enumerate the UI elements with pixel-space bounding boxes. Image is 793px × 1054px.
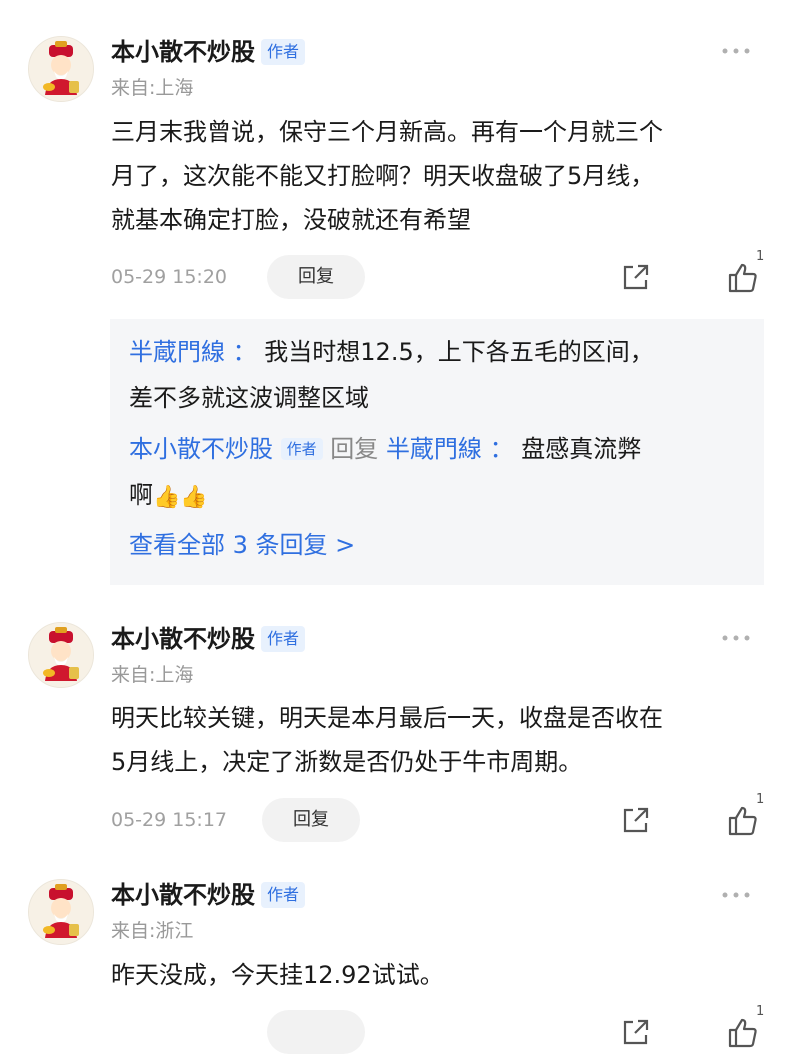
author-badge: 作者 xyxy=(261,626,306,652)
username[interactable]: 本小散不炒股 作者 xyxy=(111,880,306,910)
comment-actions: 05-29 15:20 回复 1 xyxy=(0,249,793,299)
more-icon[interactable] xyxy=(720,632,752,644)
author-badge: 作者 xyxy=(280,438,323,460)
view-all-replies-link[interactable]: 查看全部 3 条回复 > xyxy=(129,522,744,568)
location: 来自:浙江 xyxy=(111,920,194,942)
reply-user[interactable]: 本小散不炒股 xyxy=(129,435,273,463)
reply-button[interactable]: 回复 xyxy=(267,255,365,299)
author-badge: 作者 xyxy=(261,39,306,65)
reply-text: 盘感真流弊 xyxy=(521,435,642,463)
reply-text: 差不多就这波调整区域 xyxy=(129,384,369,412)
username[interactable]: 本小散不炒股 作者 xyxy=(111,37,306,67)
reply-word: 回复 xyxy=(330,435,379,463)
thumbs-up-emoji: 👍 xyxy=(153,485,181,510)
avatar[interactable] xyxy=(28,36,94,102)
like-icon[interactable] xyxy=(727,262,759,294)
avatar-icon xyxy=(29,880,93,944)
location: 来自:上海 xyxy=(111,664,194,686)
comment-actions: 1 xyxy=(0,1004,793,1054)
reply-thread: 半蔵門線 ： 我当时想12.5，上下各五毛的区间， 差不多就这波调整区域 本小散… xyxy=(110,319,764,585)
reply-separator: ： xyxy=(232,338,257,366)
comment-text: 三月末我曾说，保守三个月新高。再有一个月就三个 月了，这次能不能又打脸啊？明天收… xyxy=(111,118,663,234)
like-count: 1 xyxy=(756,792,765,807)
more-icon[interactable] xyxy=(720,889,752,901)
timestamp: 05-29 15:17 xyxy=(111,809,228,831)
like-count: 1 xyxy=(756,249,765,264)
timestamp: 05-29 15:20 xyxy=(111,266,228,288)
like-count: 1 xyxy=(756,1004,765,1019)
more-icon[interactable] xyxy=(720,45,752,57)
comment-actions: 05-29 15:17 回复 1 xyxy=(0,792,793,842)
reply-button[interactable] xyxy=(267,1010,365,1054)
reply-text: 我当时想12.5，上下各五毛的区间， xyxy=(264,338,654,366)
reply-text: 啊 xyxy=(129,481,153,509)
avatar[interactable] xyxy=(28,879,94,945)
reply-item[interactable]: 本小散不炒股 作者 回复 半蔵門線 ： 盘感真流弊 啊👍👍 xyxy=(129,426,744,518)
reply-separator: ： xyxy=(489,435,514,463)
reply-target-user[interactable]: 半蔵門線 xyxy=(386,435,482,463)
like-icon[interactable] xyxy=(727,805,759,837)
thumbs-up-emoji: 👍 xyxy=(180,485,208,510)
comment-text: 昨天没成，今天挂12.92试试。 xyxy=(111,961,444,989)
avatar[interactable] xyxy=(28,622,94,688)
share-icon[interactable] xyxy=(621,805,651,835)
like-icon[interactable] xyxy=(727,1017,759,1049)
author-badge: 作者 xyxy=(261,882,306,908)
reply-item[interactable]: 半蔵門線 ： 我当时想12.5，上下各五毛的区间， 差不多就这波调整区域 xyxy=(129,329,744,421)
avatar-icon xyxy=(29,37,93,101)
comment-text: 明天比较关键，明天是本月最后一天，收盘是否收在 5月线上，决定了浙数是否仍处于牛… xyxy=(111,704,663,776)
username[interactable]: 本小散不炒股 作者 xyxy=(111,624,306,654)
share-icon[interactable] xyxy=(621,1017,651,1047)
reply-button[interactable]: 回复 xyxy=(262,798,360,842)
avatar-icon xyxy=(29,623,93,687)
location: 来自:上海 xyxy=(111,77,194,99)
share-icon[interactable] xyxy=(621,262,651,292)
reply-user[interactable]: 半蔵門線 xyxy=(129,338,225,366)
